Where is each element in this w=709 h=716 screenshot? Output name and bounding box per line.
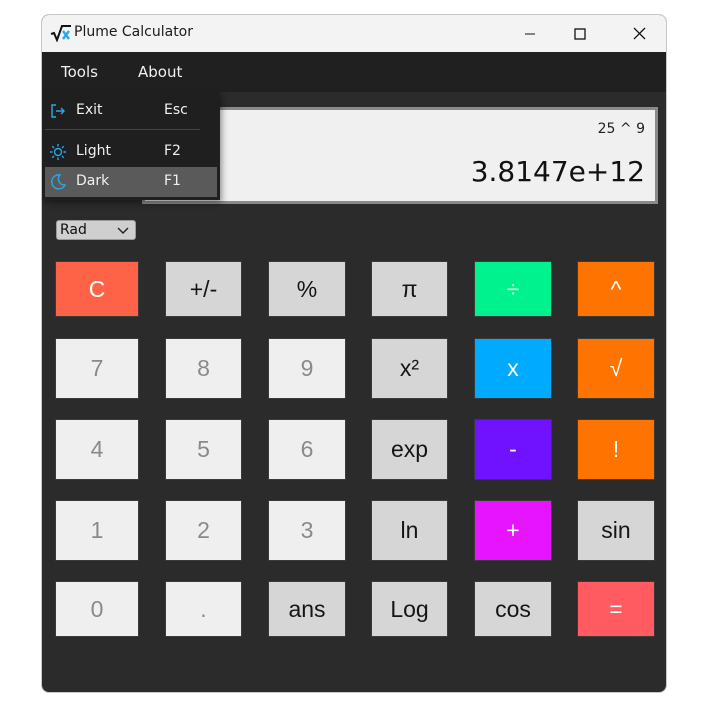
sqrt-x-app-icon bbox=[50, 25, 71, 42]
pi-button[interactable]: π bbox=[371, 261, 448, 317]
close-button[interactable] bbox=[616, 15, 662, 52]
menu-separator bbox=[45, 129, 200, 130]
menu-item-dark-shortcut: F1 bbox=[164, 173, 181, 189]
tools-menu-dropdown: Exit Esc Light F2 Dark F1 bbox=[42, 92, 220, 200]
digit-2-button[interactable]: 2 bbox=[165, 500, 242, 561]
digit-0-button[interactable]: 0 bbox=[55, 581, 139, 637]
digit-3-button[interactable]: 3 bbox=[268, 500, 346, 561]
sqrt-button[interactable]: √ bbox=[577, 338, 655, 399]
exit-icon bbox=[51, 104, 65, 118]
menu-tools[interactable]: Tools bbox=[61, 52, 98, 92]
divide-button[interactable]: ÷ bbox=[474, 261, 552, 317]
menu-item-exit-label: Exit bbox=[76, 102, 103, 118]
menu-item-dark[interactable]: Dark F1 bbox=[45, 167, 217, 197]
menu-item-exit[interactable]: Exit Esc bbox=[45, 96, 217, 126]
factorial-button[interactable]: ! bbox=[577, 419, 655, 480]
angle-mode-select[interactable]: Rad bbox=[56, 220, 136, 240]
ln-button[interactable]: ln bbox=[371, 500, 448, 561]
menu-item-light-shortcut: F2 bbox=[164, 143, 181, 159]
maximize-icon bbox=[574, 27, 586, 40]
menu-item-light-label: Light bbox=[76, 143, 111, 159]
power-button[interactable]: ^ bbox=[577, 261, 655, 317]
menu-bar: Tools About bbox=[42, 52, 666, 92]
sun-icon bbox=[50, 144, 66, 160]
digit-5-button[interactable]: 5 bbox=[165, 419, 242, 480]
window-title: Plume Calculator bbox=[74, 24, 193, 40]
calculator-window: Plume Calculator Tools About 25 ^ 9 3.81… bbox=[41, 14, 667, 693]
moon-icon bbox=[51, 174, 67, 190]
sin-button[interactable]: sin bbox=[577, 500, 655, 561]
log-button[interactable]: Log bbox=[371, 581, 448, 637]
add-button[interactable]: + bbox=[474, 500, 552, 561]
maximize-button[interactable] bbox=[557, 15, 603, 52]
negate-button[interactable]: +/- bbox=[165, 261, 242, 317]
digit-7-button[interactable]: 7 bbox=[55, 338, 139, 399]
digit-1-button[interactable]: 1 bbox=[55, 500, 139, 561]
minimize-icon bbox=[525, 33, 535, 34]
minimize-button[interactable] bbox=[507, 15, 553, 52]
digit-8-button[interactable]: 8 bbox=[165, 338, 242, 399]
menu-item-light[interactable]: Light F2 bbox=[45, 137, 217, 167]
multiply-button[interactable]: x bbox=[474, 338, 552, 399]
angle-mode-value: Rad bbox=[60, 222, 87, 238]
decimal-button[interactable]: . bbox=[165, 581, 242, 637]
chevron-down-icon bbox=[117, 227, 129, 234]
menu-item-exit-shortcut: Esc bbox=[164, 102, 188, 118]
digit-4-button[interactable]: 4 bbox=[55, 419, 139, 480]
menu-item-dark-label: Dark bbox=[76, 173, 110, 189]
subtract-button[interactable]: - bbox=[474, 419, 552, 480]
ans-button[interactable]: ans bbox=[268, 581, 346, 637]
clear-button[interactable]: C bbox=[55, 261, 139, 317]
title-bar: Plume Calculator bbox=[42, 15, 666, 52]
close-icon bbox=[633, 27, 645, 40]
digit-9-button[interactable]: 9 bbox=[268, 338, 346, 399]
expression-text: 25 ^ 9 bbox=[597, 121, 645, 137]
percent-button[interactable]: % bbox=[268, 261, 346, 317]
equals-button[interactable]: = bbox=[577, 581, 655, 637]
cos-button[interactable]: cos bbox=[474, 581, 552, 637]
exp-button[interactable]: exp bbox=[371, 419, 448, 480]
result-text: 3.8147e+12 bbox=[470, 155, 645, 188]
digit-6-button[interactable]: 6 bbox=[268, 419, 346, 480]
square-button[interactable]: x² bbox=[371, 338, 448, 399]
menu-about[interactable]: About bbox=[138, 52, 182, 92]
